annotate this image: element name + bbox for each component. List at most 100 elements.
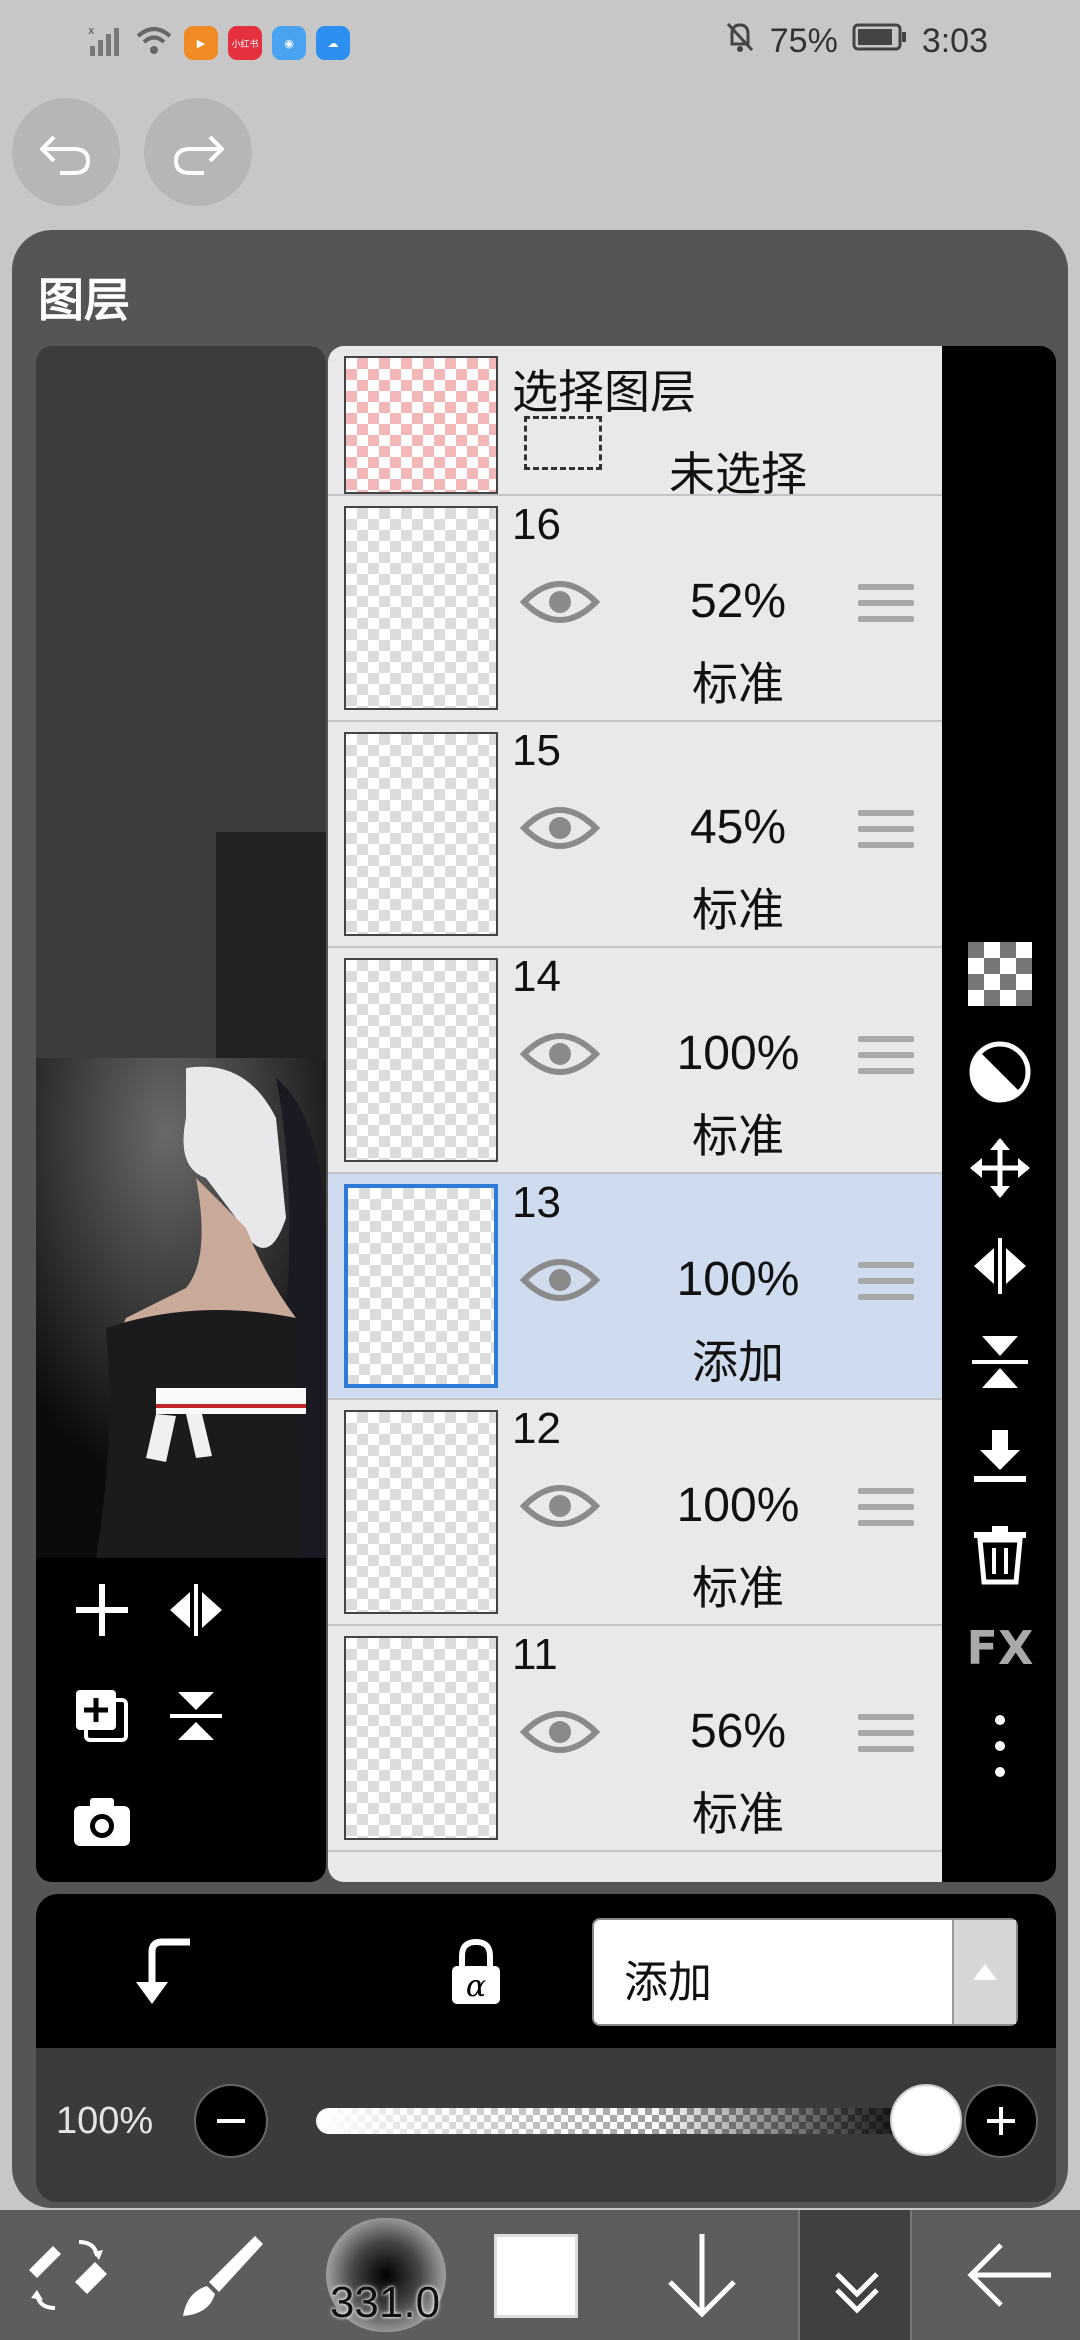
- flip-vertical-icon: [972, 1336, 1028, 1388]
- clipping-button[interactable]: [962, 1034, 1038, 1110]
- alpha-lock-button[interactable]: α: [444, 1936, 508, 2012]
- layer-number: 13: [512, 1178, 561, 1227]
- minus-icon: [217, 2119, 245, 2123]
- layer-row[interactable]: 14 100% 标准: [328, 948, 942, 1174]
- more-options-button[interactable]: [962, 1708, 1038, 1784]
- visibility-eye-icon[interactable]: [520, 574, 600, 630]
- flip-vertical-icon: [170, 1692, 222, 1740]
- drag-handle-icon[interactable]: [858, 1262, 914, 1306]
- signal-icon: x: [88, 24, 124, 62]
- tool-switch-button[interactable]: [18, 2210, 118, 2340]
- opacity-controls: 100%: [36, 2048, 1056, 2202]
- selection-layer-thumbnail: [344, 356, 498, 494]
- brush-size-label: 331.0: [329, 2278, 441, 2327]
- opacity-decrease-button[interactable]: [194, 2084, 268, 2158]
- alpha-lock-icon: α: [452, 1938, 500, 2004]
- drag-handle-icon[interactable]: [858, 1036, 914, 1080]
- visibility-eye-icon[interactable]: [520, 800, 600, 856]
- video-app-icon: ▶: [184, 26, 218, 60]
- move-down-button[interactable]: [652, 2210, 752, 2340]
- layer-row[interactable]: 11 56% 标准: [328, 1626, 942, 1852]
- blend-mode-value: 添加: [624, 1957, 712, 2008]
- battery-percent: 75%: [769, 22, 838, 60]
- visibility-eye-icon[interactable]: [520, 1252, 600, 1308]
- layer-panel: 图层 选择图层 未选择 16 52% 标准 15 45% 标准 14 100% …: [12, 230, 1068, 2208]
- flip-vertical-button[interactable]: [962, 1324, 1038, 1400]
- canvas-preview[interactable]: [36, 1058, 326, 1558]
- layer-opacity: 100%: [676, 1479, 800, 1532]
- battery-icon: [852, 22, 908, 61]
- browser-app-icon: ◉: [272, 26, 306, 60]
- layer-opacity: 52%: [689, 575, 787, 628]
- redo-button[interactable]: [144, 98, 252, 206]
- layer-number: 16: [512, 500, 561, 549]
- layer-row[interactable]: 16 52% 标准: [328, 496, 942, 722]
- checker-icon: [968, 942, 1032, 1006]
- plus-icon: [987, 2107, 1015, 2135]
- back-button[interactable]: [960, 2210, 1060, 2340]
- layer-list: 选择图层 未选择 16 52% 标准 15 45% 标准 14 100% 标准: [328, 346, 942, 1882]
- layer-properties-bar: α 添加 100%: [36, 1894, 1056, 2202]
- layer-number: 11: [512, 1630, 558, 1679]
- layer-thumbnail: [344, 958, 498, 1162]
- layer-number: 12: [512, 1404, 561, 1453]
- mute-bell-icon: [724, 20, 756, 63]
- fx-button[interactable]: FX: [962, 1610, 1038, 1686]
- layer-blend-mode: 标准: [692, 883, 784, 937]
- chevron-double-down-icon: [835, 2272, 879, 2314]
- drag-handle-icon[interactable]: [858, 1488, 914, 1532]
- move-layer-button[interactable]: [962, 1130, 1038, 1206]
- selection-layer-row[interactable]: 选择图层 未选择: [328, 346, 942, 501]
- undo-button[interactable]: [12, 98, 120, 206]
- brush-tool-button[interactable]: [170, 2210, 270, 2340]
- import-photo-button[interactable]: [62, 1782, 142, 1862]
- merge-down-button[interactable]: [962, 1420, 1038, 1496]
- drag-handle-icon[interactable]: [858, 1714, 914, 1758]
- add-layer-button[interactable]: [62, 1570, 142, 1650]
- color-swatch[interactable]: [494, 2234, 578, 2318]
- layer-quick-tools: [36, 1558, 326, 1882]
- arrow-down-icon: [668, 2234, 736, 2318]
- flip-horizontal-icon: [170, 1584, 222, 1636]
- layer-number: 14: [512, 952, 561, 1001]
- opacity-increase-button[interactable]: [964, 2084, 1038, 2158]
- duplicate-layer-button[interactable]: [62, 1676, 142, 1756]
- flip-horizontal-button[interactable]: [962, 1228, 1038, 1304]
- layer-blend-mode: 标准: [692, 1561, 784, 1615]
- flip-layer-horizontal-button[interactable]: [156, 1570, 236, 1650]
- merge-down-icon: [974, 1430, 1026, 1482]
- drag-handle-icon[interactable]: [858, 810, 914, 854]
- layer-blend-mode: 标准: [692, 1787, 784, 1841]
- layer-opacity: 45%: [689, 801, 787, 854]
- xiaohongshu-app-icon: 小红书: [228, 26, 262, 60]
- camera-icon: [74, 1798, 130, 1846]
- canvas-region: [216, 832, 326, 1062]
- blend-mode-select[interactable]: 添加: [592, 1918, 1018, 2026]
- canvas-preview-column: [36, 346, 326, 1882]
- wifi-icon: [134, 24, 174, 62]
- clip-arrow-icon: [136, 1938, 190, 2004]
- visibility-eye-icon[interactable]: [520, 1704, 600, 1760]
- flip-horizontal-icon: [974, 1238, 1026, 1294]
- visibility-eye-icon[interactable]: [520, 1026, 600, 1082]
- layer-tools-column: FX: [942, 346, 1056, 1882]
- opacity-slider-knob[interactable]: [890, 2084, 962, 2156]
- status-bar: x ▶ 小红书 ◉ ☁ 75% 3:03: [0, 0, 1080, 86]
- delete-layer-button[interactable]: [962, 1516, 1038, 1592]
- layers-panel-toggle[interactable]: [798, 2210, 912, 2340]
- opacity-slider-track[interactable]: [316, 2108, 926, 2134]
- blend-controls: α 添加: [36, 1894, 1056, 2048]
- trash-icon: [974, 1526, 1026, 1585]
- flip-layer-vertical-button[interactable]: [156, 1676, 236, 1756]
- transparency-button[interactable]: [962, 936, 1038, 1012]
- svg-text:x: x: [88, 24, 95, 37]
- drag-handle-icon[interactable]: [858, 584, 914, 628]
- layer-row[interactable]: 12 100% 标准: [328, 1400, 942, 1626]
- move-icon: [970, 1138, 1030, 1198]
- layer-blend-mode: 标准: [692, 657, 784, 711]
- dropdown-arrow-icon: [952, 1920, 1016, 2024]
- layer-row[interactable]: 15 45% 标准: [328, 722, 942, 948]
- layer-row-selected[interactable]: 13 100% 添加: [328, 1174, 942, 1400]
- visibility-eye-icon[interactable]: [520, 1478, 600, 1534]
- clip-to-below-button[interactable]: [132, 1936, 196, 2012]
